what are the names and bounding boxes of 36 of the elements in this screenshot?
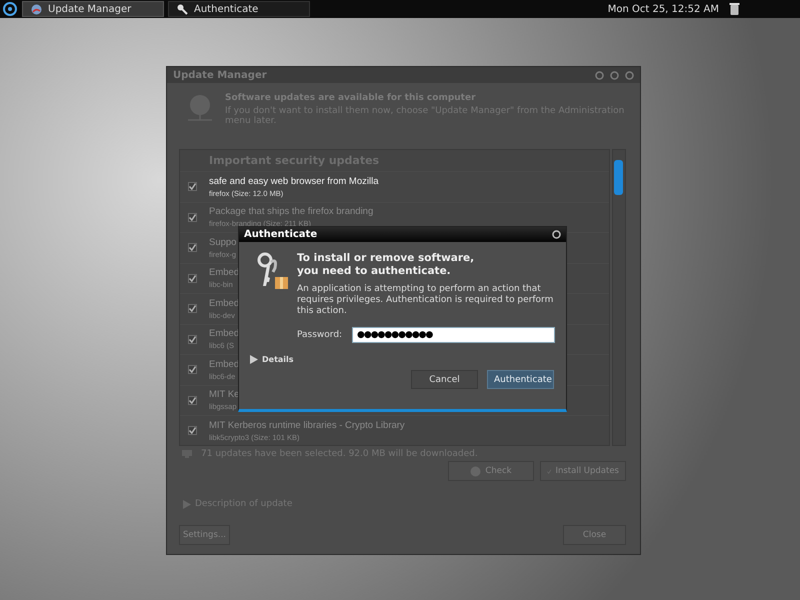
update-name: Package that ships the firefox branding [209,206,374,218]
checkbox[interactable] [188,396,197,405]
checkbox[interactable] [188,334,197,344]
window-title: Update Manager [173,70,268,80]
checkbox[interactable] [188,243,197,252]
globe-icon [31,4,42,14]
window-control-icon[interactable] [552,230,561,239]
update-name: safe and easy web browser from Mozilla [209,176,378,187]
authenticate-button[interactable]: Authenticate [487,370,554,389]
dialog-heading: you need to authenticate. [297,265,452,278]
password-field[interactable]: ●●●●●●●●●●● [352,327,555,343]
dialog-heading: To install or remove software, [297,252,476,265]
checkbox[interactable] [188,365,197,374]
checkbox[interactable] [188,212,197,222]
scrollbar[interactable] [612,149,626,446]
taskbar-item[interactable]: Update Manager [22,1,164,17]
clock[interactable]: Mon Oct 25, 12:52 AM [608,4,719,14]
key-icon [177,4,188,14]
update-name: Suppo [209,236,236,248]
keys-icon [255,252,291,292]
dialog-message: An application is attempting to perform an action that requires privileges. Authentication is required to perform this action. [297,284,554,317]
refresh-icon [470,466,482,476]
checkbox[interactable] [188,304,197,314]
expander-arrow-icon [183,500,191,508]
update-name: MIT Kerberos runtime libraries - Crypto Library [209,420,405,431]
expander-arrow-icon [250,355,258,364]
cancel-button[interactable]: Cancel [411,370,478,389]
details-expander[interactable]: Details [239,343,566,364]
dialog-title: Authenticate [244,229,318,240]
trash-icon[interactable] [729,2,740,16]
checkbox[interactable] [188,182,197,192]
checkbox[interactable] [188,274,197,283]
logo-icon[interactable] [2,1,18,17]
taskbar-item[interactable]: Authenticate [168,1,310,17]
password-label: Password: [297,330,342,340]
checkbox[interactable] [188,426,197,436]
